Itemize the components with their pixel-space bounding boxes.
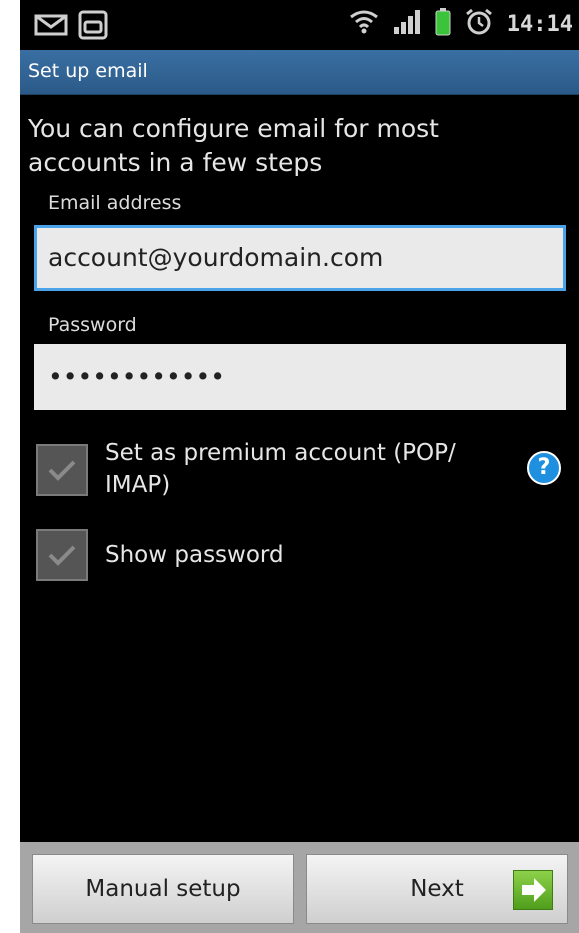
next-label: Next [410, 876, 464, 902]
title-bar: Set up email [20, 50, 579, 95]
show-password-checkbox[interactable] [36, 529, 88, 581]
manual-setup-button[interactable]: Manual setup [32, 854, 294, 924]
battery-icon [435, 8, 451, 40]
mail-icon [34, 13, 68, 41]
password-label: Password [48, 314, 137, 336]
email-label: Email address [48, 192, 182, 214]
premium-account-checkbox[interactable] [36, 444, 88, 496]
clock-time: 14:14 [506, 11, 573, 37]
app-icon [78, 10, 108, 44]
premium-account-label[interactable]: Set as premium account (POP/ IMAP) [105, 437, 505, 501]
arrow-right-icon [513, 870, 553, 910]
signal-icon [393, 9, 421, 39]
intro-text: You can configure email for most account… [28, 114, 439, 177]
help-icon[interactable]: ? [527, 451, 561, 485]
phone-screen: 14:14 Set up email You can configure ema… [20, 0, 579, 933]
alarm-icon [465, 8, 493, 40]
wifi-icon [349, 9, 379, 39]
manual-setup-label: Manual setup [85, 876, 241, 902]
checkmark-icon [48, 460, 76, 481]
show-password-label[interactable]: Show password [105, 539, 284, 571]
email-field[interactable]: account@yourdomain.com [34, 225, 566, 291]
status-bar: 14:14 [20, 0, 579, 50]
bottom-button-bar: Manual setup Next [20, 842, 579, 933]
password-field[interactable]: •••••••••••• [34, 344, 566, 410]
checkmark-icon [48, 545, 76, 566]
page-title: Set up email [28, 60, 148, 82]
next-button[interactable]: Next [306, 854, 568, 924]
